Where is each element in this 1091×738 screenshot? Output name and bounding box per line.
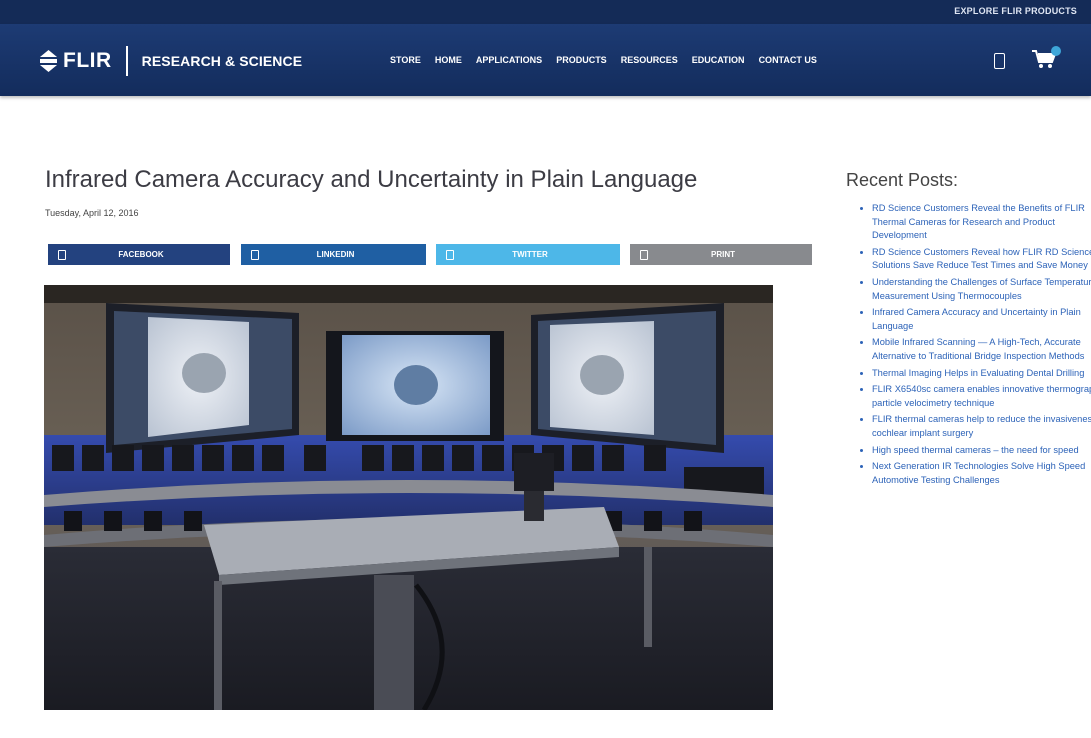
nav-icons [994,46,1061,70]
nav-education[interactable]: EDUCATION [692,55,745,65]
article-hero-image [44,285,773,710]
recent-post-link[interactable]: Next Generation IR Technologies Solve Hi… [872,460,1091,487]
recent-post-link[interactable]: Understanding the Challenges of Surface … [872,276,1091,303]
recent-post-link[interactable]: RD Science Customers Reveal how FLIR RD … [872,246,1091,273]
main-navbar: FLIR RESEARCH & SCIENCE STORE HOME APPLI… [0,24,1091,96]
recent-posts-list: RD Science Customers Reveal the Benefits… [850,202,1091,490]
phone-icon[interactable] [994,53,1005,69]
linkedin-icon [251,249,259,260]
recent-post-link[interactable]: High speed thermal cameras – the need fo… [872,444,1091,458]
main-nav: STORE HOME APPLICATIONS PRODUCTS RESOURC… [390,55,831,65]
lab-photo-illustration [44,285,773,710]
logo-text: FLIR [63,49,112,72]
recent-post-link[interactable]: Infrared Camera Accuracy and Uncertainty… [872,306,1091,333]
flir-logo[interactable]: FLIR RESEARCH & SCIENCE [40,46,302,76]
print-button[interactable]: PRINT [630,244,812,265]
cart-icon[interactable] [1031,46,1061,70]
share-linkedin-button[interactable]: LINKEDIN [241,244,426,265]
facebook-icon [58,249,66,260]
share-facebook-button[interactable]: FACEBOOK [48,244,230,265]
section-label: RESEARCH & SCIENCE [141,53,303,69]
share-twitter-label: TWITTER [512,250,548,259]
recent-posts-heading: Recent Posts: [846,170,959,190]
nav-contact-us[interactable]: CONTACT US [759,55,817,65]
nav-store[interactable]: STORE [390,55,421,65]
nav-applications[interactable]: APPLICATIONS [476,55,542,65]
nav-products[interactable]: PRODUCTS [556,55,607,65]
print-label: PRINT [711,250,735,259]
twitter-icon [446,249,454,260]
recent-post-link[interactable]: FLIR X6540sc camera enables innovative t… [872,383,1091,410]
nav-home[interactable]: HOME [435,55,462,65]
share-facebook-label: FACEBOOK [118,250,164,259]
article-date: Tuesday, April 12, 2016 [45,208,139,218]
print-icon [640,249,648,260]
top-utility-bar: EXPLORE FLIR PRODUCTS [0,0,1091,24]
recent-post-link[interactable]: Mobile Infrared Scanning — A High-Tech, … [872,336,1091,363]
recent-post-link[interactable]: RD Science Customers Reveal the Benefits… [872,202,1091,243]
logo-divider [125,46,128,76]
flir-logo-icon [40,50,57,72]
share-linkedin-label: LINKEDIN [316,250,355,259]
explore-products-link[interactable]: EXPLORE FLIR PRODUCTS [954,6,1077,16]
share-twitter-button[interactable]: TWITTER [436,244,620,265]
cart-count-badge [1051,46,1061,56]
nav-resources[interactable]: RESOURCES [621,55,678,65]
article-title: Infrared Camera Accuracy and Uncertainty… [45,166,698,193]
recent-post-link[interactable]: FLIR thermal cameras help to reduce the … [872,413,1091,440]
recent-post-link[interactable]: Thermal Imaging Helps in Evaluating Dent… [872,367,1091,381]
